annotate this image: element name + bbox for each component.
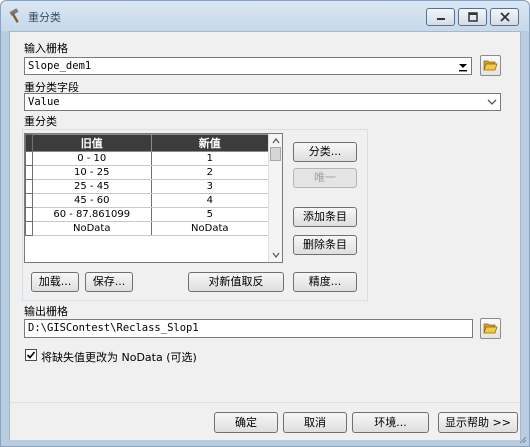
table-scrollbar[interactable] — [268, 134, 282, 262]
load-button[interactable]: 加载... — [31, 272, 79, 292]
row-header[interactable] — [25, 151, 33, 166]
unique-button[interactable]: 唯一 — [293, 168, 357, 188]
save-button[interactable]: 保存... — [85, 272, 133, 292]
row-header[interactable] — [25, 193, 33, 208]
checkmark-icon — [26, 351, 36, 359]
scroll-down-icon[interactable] — [270, 249, 282, 261]
classify-button[interactable]: 分类... — [293, 142, 357, 162]
new-value-cell[interactable]: 1 — [150, 151, 270, 166]
input-raster-value: Slope_dem1 — [28, 60, 92, 72]
old-value-cell[interactable]: 10 - 25 — [31, 165, 152, 180]
reverse-new-values-button[interactable]: 对新值取反 — [188, 272, 284, 292]
hammer-icon — [9, 8, 19, 23]
reclass-field-select[interactable]: Value — [24, 93, 501, 111]
nodata-checkbox-label[interactable]: 将缺失值更改为 NoData (可选) — [41, 349, 197, 365]
maximize-button[interactable] — [458, 8, 487, 26]
table-row[interactable]: NoData NoData — [25, 221, 270, 236]
close-icon — [499, 12, 510, 22]
output-raster-browse-button[interactable] — [480, 318, 501, 339]
old-value-cell[interactable]: 25 - 45 — [31, 179, 152, 194]
old-value-cell[interactable]: 60 - 87.861099 — [31, 207, 152, 222]
old-value-cell[interactable]: NoData — [31, 221, 152, 236]
dropdown-arrow-icon[interactable] — [456, 59, 470, 73]
maximize-icon — [467, 12, 478, 22]
resize-grip-icon[interactable] — [517, 434, 527, 444]
new-value-cell[interactable]: 5 — [150, 207, 270, 222]
title-bar[interactable]: 重分类 — [1, 1, 529, 31]
dialog-body: 输入栅格 Slope_dem1 重分类字段 Value 重分类 旧值 新值 0 … — [9, 31, 521, 440]
reclass-field-value: Value — [28, 96, 60, 108]
input-raster-combo[interactable]: Slope_dem1 — [24, 57, 472, 75]
scroll-up-icon[interactable] — [270, 135, 282, 147]
new-value-cell[interactable]: 2 — [150, 165, 270, 180]
reclass-grid: 旧值 新值 0 - 10 1 10 - 25 2 25 - 45 3 45 - … — [25, 134, 270, 236]
new-value-cell[interactable]: 3 — [150, 179, 270, 194]
table-row[interactable]: 25 - 45 3 — [25, 179, 270, 194]
row-header[interactable] — [25, 221, 33, 236]
ok-button[interactable]: 确定 — [214, 412, 278, 433]
chevron-down-icon[interactable] — [485, 95, 499, 109]
reclass-label: 重分类 — [24, 115, 57, 128]
dialog-footer: 确定 取消 环境... 显示帮助 >> — [10, 402, 520, 440]
column-header-old[interactable]: 旧值 — [31, 134, 152, 152]
row-header-corner — [25, 134, 33, 152]
table-row[interactable]: 10 - 25 2 — [25, 165, 270, 180]
table-row[interactable]: 60 - 87.861099 5 — [25, 207, 270, 222]
environments-button[interactable]: 环境... — [352, 412, 429, 433]
output-raster-input[interactable]: D:\GISContest\Reclass_Slop1 — [24, 319, 473, 338]
table-row[interactable]: 45 - 60 4 — [25, 193, 270, 208]
delete-entry-button[interactable]: 删除条目 — [293, 235, 357, 255]
cancel-button[interactable]: 取消 — [283, 412, 347, 433]
new-value-cell[interactable]: NoData — [150, 221, 270, 236]
reclassify-dialog: 重分类 输入栅格 Slope_dem1 重分类字段 Value 重分类 旧值 新… — [0, 0, 530, 447]
old-value-cell[interactable]: 0 - 10 — [31, 151, 152, 166]
nodata-checkbox[interactable] — [25, 349, 37, 361]
minimize-button[interactable] — [426, 8, 455, 26]
old-value-cell[interactable]: 45 - 60 — [31, 193, 152, 208]
row-header[interactable] — [25, 165, 33, 180]
input-raster-browse-button[interactable] — [480, 55, 501, 76]
row-header[interactable] — [25, 179, 33, 194]
row-header[interactable] — [25, 207, 33, 222]
folder-open-icon — [483, 323, 498, 334]
reclass-table[interactable]: 旧值 新值 0 - 10 1 10 - 25 2 25 - 45 3 45 - … — [24, 133, 283, 263]
folder-open-icon — [483, 60, 498, 71]
precision-button[interactable]: 精度... — [293, 272, 357, 292]
new-value-cell[interactable]: 4 — [150, 193, 270, 208]
scrollbar-thumb[interactable] — [270, 147, 281, 161]
close-button[interactable] — [490, 8, 519, 26]
table-row[interactable]: 0 - 10 1 — [25, 151, 270, 166]
output-raster-label: 输出栅格 — [24, 305, 68, 318]
minimize-icon — [436, 18, 445, 20]
window-title: 重分类 — [28, 11, 61, 24]
show-help-button[interactable]: 显示帮助 >> — [438, 412, 518, 433]
add-entry-button[interactable]: 添加条目 — [293, 207, 357, 227]
input-raster-label: 输入栅格 — [24, 42, 68, 55]
column-header-new[interactable]: 新值 — [150, 134, 270, 152]
